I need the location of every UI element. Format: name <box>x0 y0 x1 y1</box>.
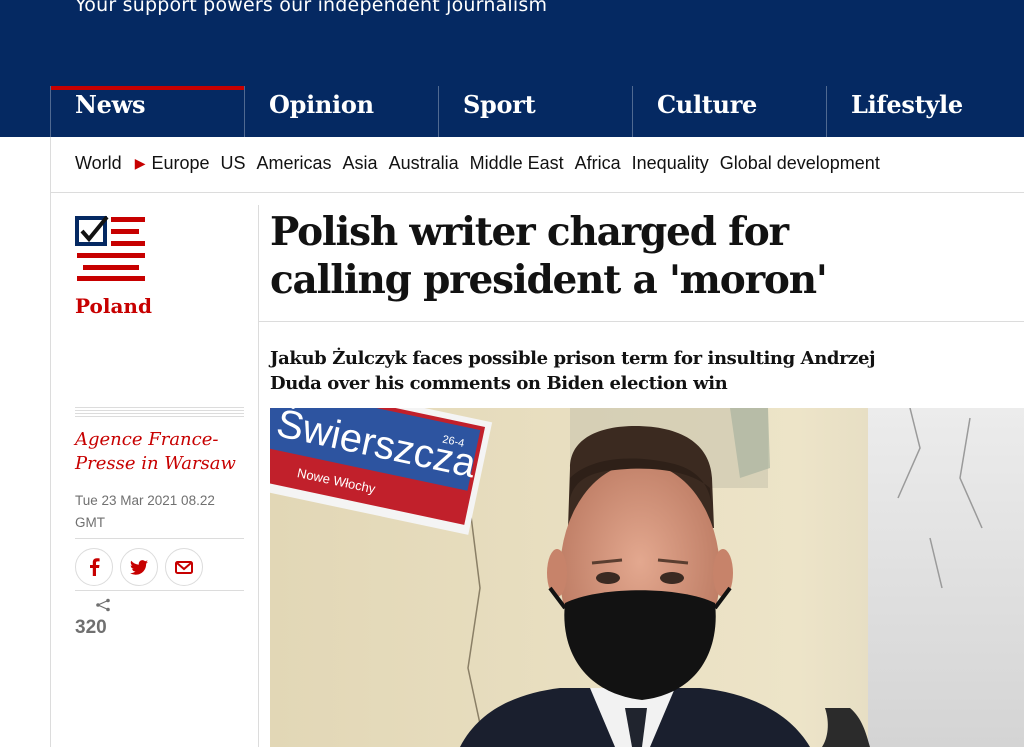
dateline: Tue 23 Mar 2021 08.22 GMT <box>75 493 215 530</box>
duda-photo: Świerszcza 26-4 Nowe Włochy <box>270 408 1024 747</box>
share-twitter-button[interactable] <box>120 548 158 586</box>
meta-divider <box>75 407 244 419</box>
subnav-item-inequality[interactable]: Inequality <box>632 153 709 174</box>
subnav-item-middle-east[interactable]: Middle East <box>470 153 564 174</box>
pillar-lifestyle[interactable]: Lifestyle <box>826 86 1020 137</box>
email-icon <box>175 560 193 574</box>
pillar-label: Lifestyle <box>851 90 963 119</box>
subnav-item-us[interactable]: US <box>221 153 246 174</box>
support-message: Your support powers our independent jour… <box>75 0 548 16</box>
subnav-divider <box>50 192 1024 193</box>
pillar-news[interactable]: News <box>50 86 244 137</box>
twitter-icon <box>130 559 148 575</box>
poland-series-icon <box>75 215 145 281</box>
pillar-opinion[interactable]: Opinion <box>244 86 438 137</box>
subnav-item-africa[interactable]: Africa <box>575 153 621 174</box>
subnav-item-global-development[interactable]: Global development <box>720 153 880 174</box>
meta-rule <box>75 538 244 539</box>
share-count: 320 <box>75 617 107 638</box>
pillar-sport[interactable]: Sport <box>438 86 632 137</box>
byline[interactable]: Agence France-Presse in Warsaw <box>75 428 255 476</box>
column-divider <box>258 205 259 747</box>
headline-rule <box>258 321 1024 322</box>
series-label[interactable]: Poland <box>75 294 152 318</box>
subnav-item-americas[interactable]: Americas <box>257 153 332 174</box>
pillar-culture[interactable]: Culture <box>632 86 826 137</box>
subnav-items: World ▶ Europe US Americas Asia Australi… <box>75 153 891 174</box>
article-headline: Polish writer charged for calling presid… <box>270 209 828 303</box>
subnav-item-europe[interactable]: Europe <box>151 153 209 174</box>
meta-rule <box>75 590 244 591</box>
pillar-active-indicator <box>51 86 244 90</box>
left-gutter-rule <box>50 137 51 747</box>
subnav-item-world[interactable]: World <box>75 153 122 174</box>
pillar-label: News <box>75 90 146 119</box>
share-buttons <box>75 548 210 586</box>
pillar-label: Opinion <box>269 90 374 119</box>
masthead: Your support powers our independent jour… <box>0 0 1024 137</box>
article-standfirst: Jakub Żulczyk faces possible prison term… <box>270 348 876 394</box>
pillar-label: Culture <box>657 90 758 119</box>
subnav-arrow-icon: ▶ <box>134 155 146 171</box>
facebook-icon <box>90 558 100 576</box>
pillar-label: Sport <box>463 90 536 119</box>
pillar-nav: News Opinion Sport Culture Lifestyle <box>50 86 1024 137</box>
subnav-item-asia[interactable]: Asia <box>343 153 378 174</box>
subnav-item-australia[interactable]: Australia <box>389 153 459 174</box>
share-facebook-button[interactable] <box>75 548 113 586</box>
share-email-button[interactable] <box>165 548 203 586</box>
share-icon <box>96 598 110 612</box>
article-main-image: Świerszcza 26-4 Nowe Włochy <box>270 408 1024 747</box>
